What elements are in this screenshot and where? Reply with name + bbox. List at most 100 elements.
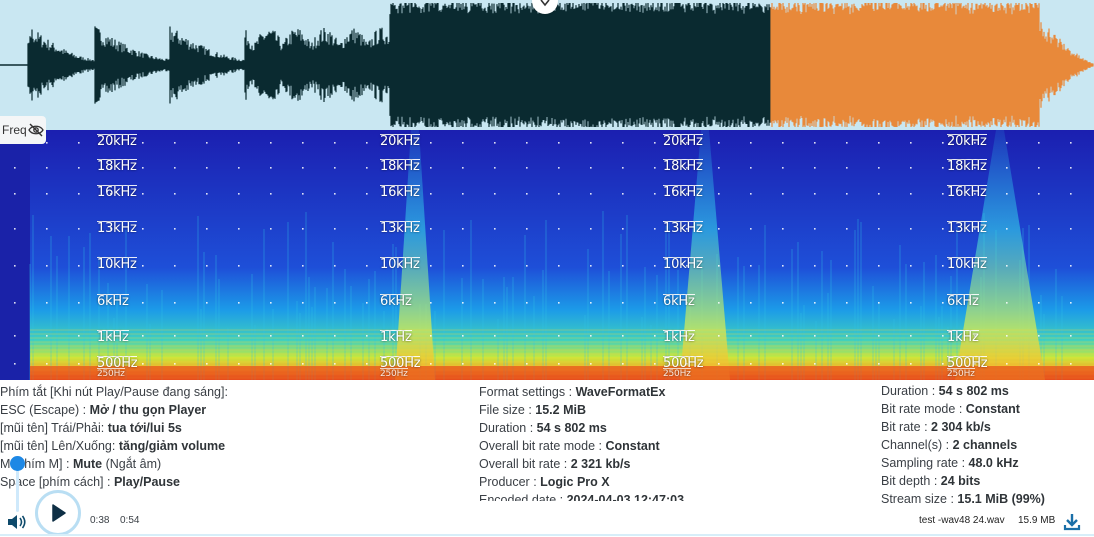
audio-info-list: Duration : 54 s 802 ms Bit rate mode : C… xyxy=(881,382,1091,506)
shortcut-key-action: tăng/giảm volume xyxy=(118,439,226,453)
audio-info-line: Bit rate : 2 304 kb/s xyxy=(881,418,1091,436)
chevron-down-icon xyxy=(540,0,550,7)
info-label: Channel(s) : xyxy=(881,438,953,452)
info-value: 2 321 kb/s xyxy=(570,457,631,471)
volume-button[interactable] xyxy=(6,513,28,531)
info-label: Overall bit rate mode : xyxy=(479,439,606,453)
info-label: Producer : xyxy=(479,475,541,489)
spectrogram-low-band xyxy=(30,366,1094,380)
info-panel: Phím tắt [Khi nút Play/Pause đang sáng]:… xyxy=(0,383,1094,506)
frequency-label: 13kHz xyxy=(947,221,987,236)
info-value: 24 bits xyxy=(940,474,981,488)
frequency-label: 18kHz xyxy=(97,159,137,174)
format-info-line: Overall bit rate : 2 321 kb/s xyxy=(479,455,859,473)
freq-toggle-label: Freq xyxy=(2,123,27,137)
shortcuts-list: Phím tắt [Khi nút Play/Pause đang sáng]:… xyxy=(0,383,460,501)
frequency-label: 1kHz xyxy=(947,330,979,345)
spectrogram-graphic xyxy=(0,130,1094,380)
shortcut-line: [mũi tên] Trái/Phải: tua tới/lui 5s xyxy=(0,419,460,437)
info-value: 15.2 MiB xyxy=(535,403,586,417)
shortcut-text: [mũi tên] Lên/Xuống: xyxy=(0,439,119,453)
eye-off-icon xyxy=(27,123,44,137)
frequency-label: 6kHz xyxy=(663,294,695,309)
shortcut-key-action: Play/Pause xyxy=(113,475,180,489)
frequency-label: 16kHz xyxy=(380,185,420,200)
file-size: 15.9 MB xyxy=(1018,515,1056,526)
info-label: Format settings : xyxy=(479,385,576,399)
format-info-line: Encoded date : 2024-04-03 12:47:03 xyxy=(479,491,859,501)
info-value: 48.0 kHz xyxy=(968,456,1019,470)
spectrogram-panel: 20kHz 18kHz 16kHz 13kHz 10kHz 6kHz 1kHz 500Hz 25… xyxy=(0,130,1094,380)
audio-info-line: Sampling rate : 48.0 kHz xyxy=(881,454,1091,472)
frequency-label: 18kHz xyxy=(380,159,420,174)
shortcut-key-action: Mở / thu gọn Player xyxy=(89,403,207,417)
format-info-line: Format settings : WaveFormatEx xyxy=(479,383,859,401)
info-value: WaveFormatEx xyxy=(575,385,666,399)
audio-info-line: Bit rate mode : Constant xyxy=(881,400,1091,418)
info-label: Duration : xyxy=(881,384,939,398)
shortcut-key-action: tua tới/lui 5s xyxy=(107,421,182,435)
frequency-label: 250Hz xyxy=(947,368,975,379)
frequency-label: 10kHz xyxy=(663,257,703,272)
play-pause-button[interactable] xyxy=(35,490,81,536)
shortcut-line: ESC (Escape) : Mở / thu gọn Player xyxy=(0,401,460,419)
format-info-line: Overall bit rate mode : Constant xyxy=(479,437,859,455)
shortcut-line: Space [phím cách] : Play/Pause xyxy=(0,473,460,491)
waveform-played-region xyxy=(0,3,771,127)
format-info-line: Duration : 54 s 802 ms xyxy=(479,419,859,437)
download-button[interactable] xyxy=(1062,512,1082,532)
frequency-label: 1kHz xyxy=(380,330,412,345)
frequency-label: 18kHz xyxy=(947,159,987,174)
audio-info-line: Channel(s) : 2 channels xyxy=(881,436,1091,454)
frequency-label: 13kHz xyxy=(97,221,137,236)
waveform-remaining-region xyxy=(770,3,1094,127)
frequency-label: 10kHz xyxy=(947,257,987,272)
frequency-label: 1kHz xyxy=(663,330,695,345)
waveform-graphic[interactable] xyxy=(0,0,1094,130)
frequency-label: 250Hz xyxy=(663,368,691,379)
frequency-label: 18kHz xyxy=(663,159,703,174)
info-label: Bit depth : xyxy=(881,474,941,488)
frequency-label: 13kHz xyxy=(663,221,703,236)
info-value: 2024-04-03 12:47:03 xyxy=(566,493,685,501)
frequency-label: 20kHz xyxy=(380,134,420,149)
frequency-label: 250Hz xyxy=(380,368,408,379)
shortcut-key-action: Mute xyxy=(72,457,103,471)
info-label: Bit rate mode : xyxy=(881,402,966,416)
audio-info-line: Duration : 54 s 802 ms xyxy=(881,382,1091,400)
info-value: Logic Pro X xyxy=(540,475,610,489)
info-label: Encoded date : xyxy=(479,493,567,501)
shortcut-note: (Ngắt âm) xyxy=(102,457,162,471)
frequency-label: 10kHz xyxy=(380,257,420,272)
audio-info-line: Bit depth : 24 bits xyxy=(881,472,1091,490)
info-label: Overall bit rate : xyxy=(479,457,571,471)
total-time: 0:54 xyxy=(120,515,140,526)
frequency-label: 250Hz xyxy=(97,368,125,379)
volume-icon xyxy=(8,515,26,529)
audio-info-line: Stream size : 15.1 MiB (99%) xyxy=(881,490,1091,506)
frequency-label: 6kHz xyxy=(97,294,129,309)
frequency-label: 20kHz xyxy=(947,134,987,149)
info-value: 2 304 kb/s xyxy=(931,420,991,434)
format-info-list: Format settings : WaveFormatEx File size… xyxy=(479,383,859,501)
shortcut-text: Phím tắt [Khi nút Play/Pause đang sáng]: xyxy=(0,385,228,399)
info-value: 15.1 MiB (99%) xyxy=(957,492,1045,506)
shortcut-line: M [phím M] : Mute (Ngắt âm) xyxy=(0,455,460,473)
freq-toggle-button[interactable]: Freq xyxy=(0,116,46,144)
shortcut-text: ESC (Escape) : xyxy=(0,403,90,417)
format-info-line: Producer : Logic Pro X xyxy=(479,473,859,491)
frequency-label: 13kHz xyxy=(380,221,420,236)
frequency-label: 16kHz xyxy=(663,185,703,200)
info-label: File size : xyxy=(479,403,536,417)
frequency-label: 20kHz xyxy=(97,134,137,149)
info-value: Constant xyxy=(605,439,660,453)
frequency-label: 16kHz xyxy=(947,185,987,200)
waveform-panel[interactable] xyxy=(0,0,1094,130)
frequency-label: 6kHz xyxy=(380,294,412,309)
info-label: Bit rate : xyxy=(881,420,932,434)
file-name: test -wav48 24.wav xyxy=(919,515,1005,526)
shortcut-line: [mũi tên] Lên/Xuống: tăng/giảm volume xyxy=(0,437,460,455)
current-time: 0:38 xyxy=(90,515,110,526)
frequency-label: 1kHz xyxy=(97,330,129,345)
shortcut-line: Phím tắt [Khi nút Play/Pause đang sáng]: xyxy=(0,383,460,401)
